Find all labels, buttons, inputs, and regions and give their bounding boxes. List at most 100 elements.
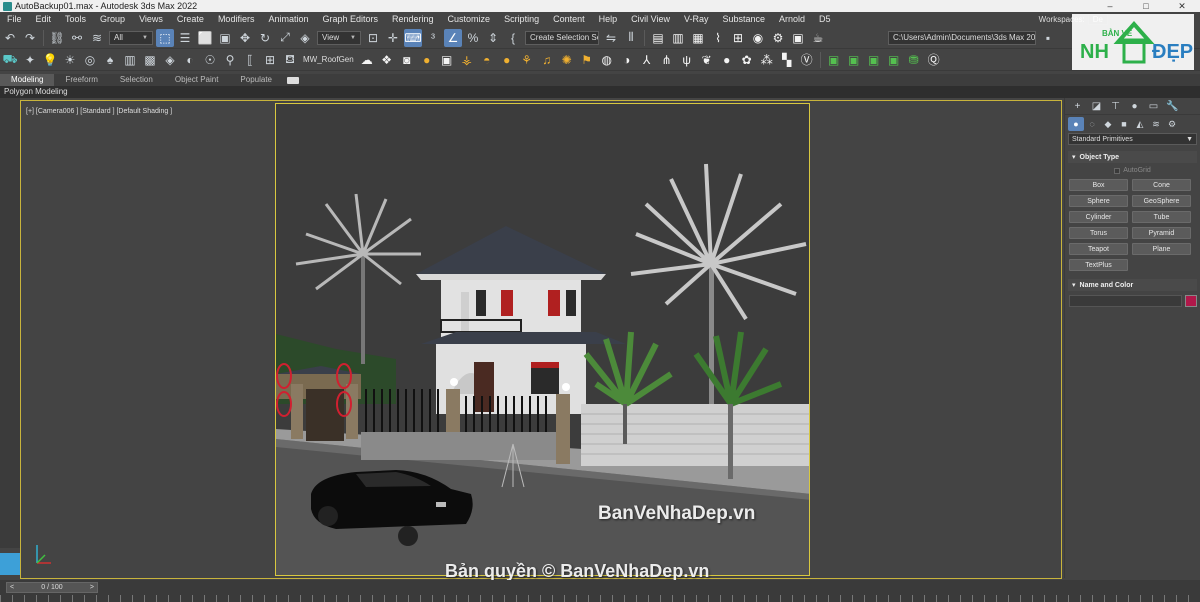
- green-plugin-icon[interactable]: ▣: [825, 51, 843, 69]
- autogrid-checkbox[interactable]: [1114, 167, 1121, 174]
- menu-views[interactable]: Views: [132, 14, 170, 24]
- proxy-icon[interactable]: ▥: [121, 51, 139, 69]
- green-plugin-4-icon[interactable]: ▣: [885, 51, 903, 69]
- roofgen-label[interactable]: MW_RoofGen: [303, 55, 354, 64]
- frame-ruler[interactable]: [0, 595, 1200, 602]
- menu-create[interactable]: Create: [170, 14, 211, 24]
- autogrid-option[interactable]: AutoGrid: [1065, 167, 1200, 174]
- sphere-button[interactable]: Sphere: [1069, 195, 1128, 207]
- ribbon-panel-label[interactable]: Polygon Modeling: [0, 86, 1200, 98]
- viewport[interactable]: [+] [Camera006 ] [Standard ] [Default Sh…: [20, 100, 1062, 579]
- scene-explorer-icon[interactable]: ▤: [649, 29, 667, 47]
- maximize-button[interactable]: □: [1128, 0, 1164, 12]
- display-tab-icon[interactable]: ▭: [1144, 99, 1163, 113]
- menu-content[interactable]: Content: [546, 14, 592, 24]
- object-color-swatch[interactable]: [1185, 295, 1197, 307]
- textplus-button[interactable]: TextPlus: [1069, 259, 1128, 271]
- menu-group[interactable]: Group: [93, 14, 132, 24]
- ball-icon[interactable]: ●: [498, 51, 516, 69]
- material-ball-icon[interactable]: ●: [418, 51, 436, 69]
- cluster-icon[interactable]: ✿: [738, 51, 756, 69]
- modify-tab-icon[interactable]: ◪: [1087, 99, 1106, 113]
- sun-icon[interactable]: ☀: [61, 51, 79, 69]
- manipulate-icon[interactable]: ✛: [384, 29, 402, 47]
- scale-icon[interactable]: ⤢: [276, 29, 294, 47]
- tab-modeling[interactable]: Modeling: [0, 74, 55, 86]
- menu-rendering[interactable]: Rendering: [385, 14, 441, 24]
- stamp-icon[interactable]: ⚑: [578, 51, 596, 69]
- teapot-icon[interactable]: ⛾: [281, 51, 299, 69]
- dome-light-icon[interactable]: ◎: [81, 51, 99, 69]
- bell-icon[interactable]: ♫: [538, 51, 556, 69]
- selection-filter-dropdown[interactable]: All ▼: [109, 30, 153, 45]
- minimize-button[interactable]: –: [1092, 0, 1128, 12]
- primitive-category-dropdown[interactable]: Standard Primitives ▼: [1068, 133, 1197, 145]
- angle-snap-icon[interactable]: ∠: [444, 28, 462, 47]
- object-type-rollout-header[interactable]: ▾ Object Type: [1068, 151, 1197, 163]
- ribbon-options-icon[interactable]: [287, 76, 300, 84]
- torus-button[interactable]: Torus: [1069, 227, 1128, 239]
- reference-coordinate-dropdown[interactable]: View ▼: [317, 30, 361, 45]
- globe-icon[interactable]: ◍: [598, 51, 616, 69]
- unlink-icon[interactable]: ⚯: [68, 29, 86, 47]
- dome-icon[interactable]: ◓: [478, 51, 496, 69]
- cameras-icon[interactable]: ■: [1116, 117, 1132, 131]
- teapot-button[interactable]: Teapot: [1069, 243, 1128, 255]
- plane-button[interactable]: Plane: [1132, 243, 1191, 255]
- time-prev-button[interactable]: <: [10, 584, 14, 591]
- pivot-center-icon[interactable]: ⊡: [364, 29, 382, 47]
- half-sphere-icon[interactable]: ◑: [618, 51, 636, 69]
- percent-snap-icon[interactable]: %: [464, 29, 482, 47]
- plane-icon[interactable]: ◈: [161, 51, 179, 69]
- toggle-ribbon-icon[interactable]: ▦: [689, 29, 707, 47]
- vray-toolbar-icon[interactable]: ⛟: [1, 51, 19, 69]
- project-path-dropdown[interactable]: C:\Users\Admin\Documents\3ds Max 2022▼: [888, 30, 1036, 45]
- menu-edit[interactable]: Edit: [29, 14, 59, 24]
- spinner-snap-icon[interactable]: ⇕: [484, 29, 502, 47]
- time-next-button[interactable]: >: [90, 584, 94, 591]
- hierarchy-tab-icon[interactable]: ⊤: [1106, 99, 1125, 113]
- schematic-view-icon[interactable]: ⊞: [729, 29, 747, 47]
- menu-civil-view[interactable]: Civil View: [624, 14, 677, 24]
- leaf-icon[interactable]: ❦: [698, 51, 716, 69]
- align-icon[interactable]: ⫴: [622, 29, 640, 47]
- stack-icon[interactable]: ▚: [778, 51, 796, 69]
- menu-graph-editors[interactable]: Graph Editors: [315, 14, 385, 24]
- green-plugin-5-icon[interactable]: ⛃: [905, 51, 923, 69]
- grass-icon[interactable]: ⋔: [658, 51, 676, 69]
- folder-icon[interactable]: ▣: [438, 51, 456, 69]
- tab-object-paint[interactable]: Object Paint: [164, 74, 230, 86]
- render-production-icon[interactable]: ☕: [809, 29, 827, 47]
- lights-icon[interactable]: ◆: [1100, 117, 1116, 131]
- project-folder-icon[interactable]: ▪: [1039, 29, 1057, 47]
- select-object-icon[interactable]: ⬚: [156, 28, 174, 47]
- menu-customize[interactable]: Customize: [441, 14, 498, 24]
- camera-icon[interactable]: ◙: [398, 51, 416, 69]
- select-by-name-icon[interactable]: ☰: [176, 29, 194, 47]
- time-slider[interactable]: < 0 / 100 >: [6, 582, 98, 593]
- material-editor-icon[interactable]: ◉: [749, 29, 767, 47]
- systems-icon[interactable]: ⚙: [1164, 117, 1180, 131]
- pyramid-button[interactable]: Pyramid: [1132, 227, 1191, 239]
- helpers-icon[interactable]: ◭: [1132, 117, 1148, 131]
- rendered-frame-window-icon[interactable]: ▣: [789, 29, 807, 47]
- placement-icon[interactable]: ◈: [296, 29, 314, 47]
- mushroom-icon[interactable]: ⚘: [518, 51, 536, 69]
- bind-space-warp-icon[interactable]: ≋: [88, 29, 106, 47]
- cone-button[interactable]: Cone: [1132, 179, 1191, 191]
- circle-icon[interactable]: ●: [718, 51, 736, 69]
- name-color-rollout-header[interactable]: ▾ Name and Color: [1068, 279, 1197, 291]
- fur-icon[interactable]: ▩: [141, 51, 159, 69]
- snaps-toggle-icon[interactable]: ³: [424, 29, 442, 47]
- close-button[interactable]: ✕: [1164, 0, 1200, 12]
- menu-substance[interactable]: Substance: [715, 14, 772, 24]
- dots-icon[interactable]: ⁂: [758, 51, 776, 69]
- redo-icon[interactable]: ↷: [21, 29, 39, 47]
- chain-icon[interactable]: ⚲: [221, 51, 239, 69]
- menu-animation[interactable]: Animation: [261, 14, 315, 24]
- tree-icon[interactable]: ⅄: [638, 51, 656, 69]
- rotate-icon[interactable]: ↻: [256, 29, 274, 47]
- lamp-icon[interactable]: ⚶: [458, 51, 476, 69]
- undo-icon[interactable]: ↶: [1, 29, 19, 47]
- menu-arnold[interactable]: Arnold: [772, 14, 812, 24]
